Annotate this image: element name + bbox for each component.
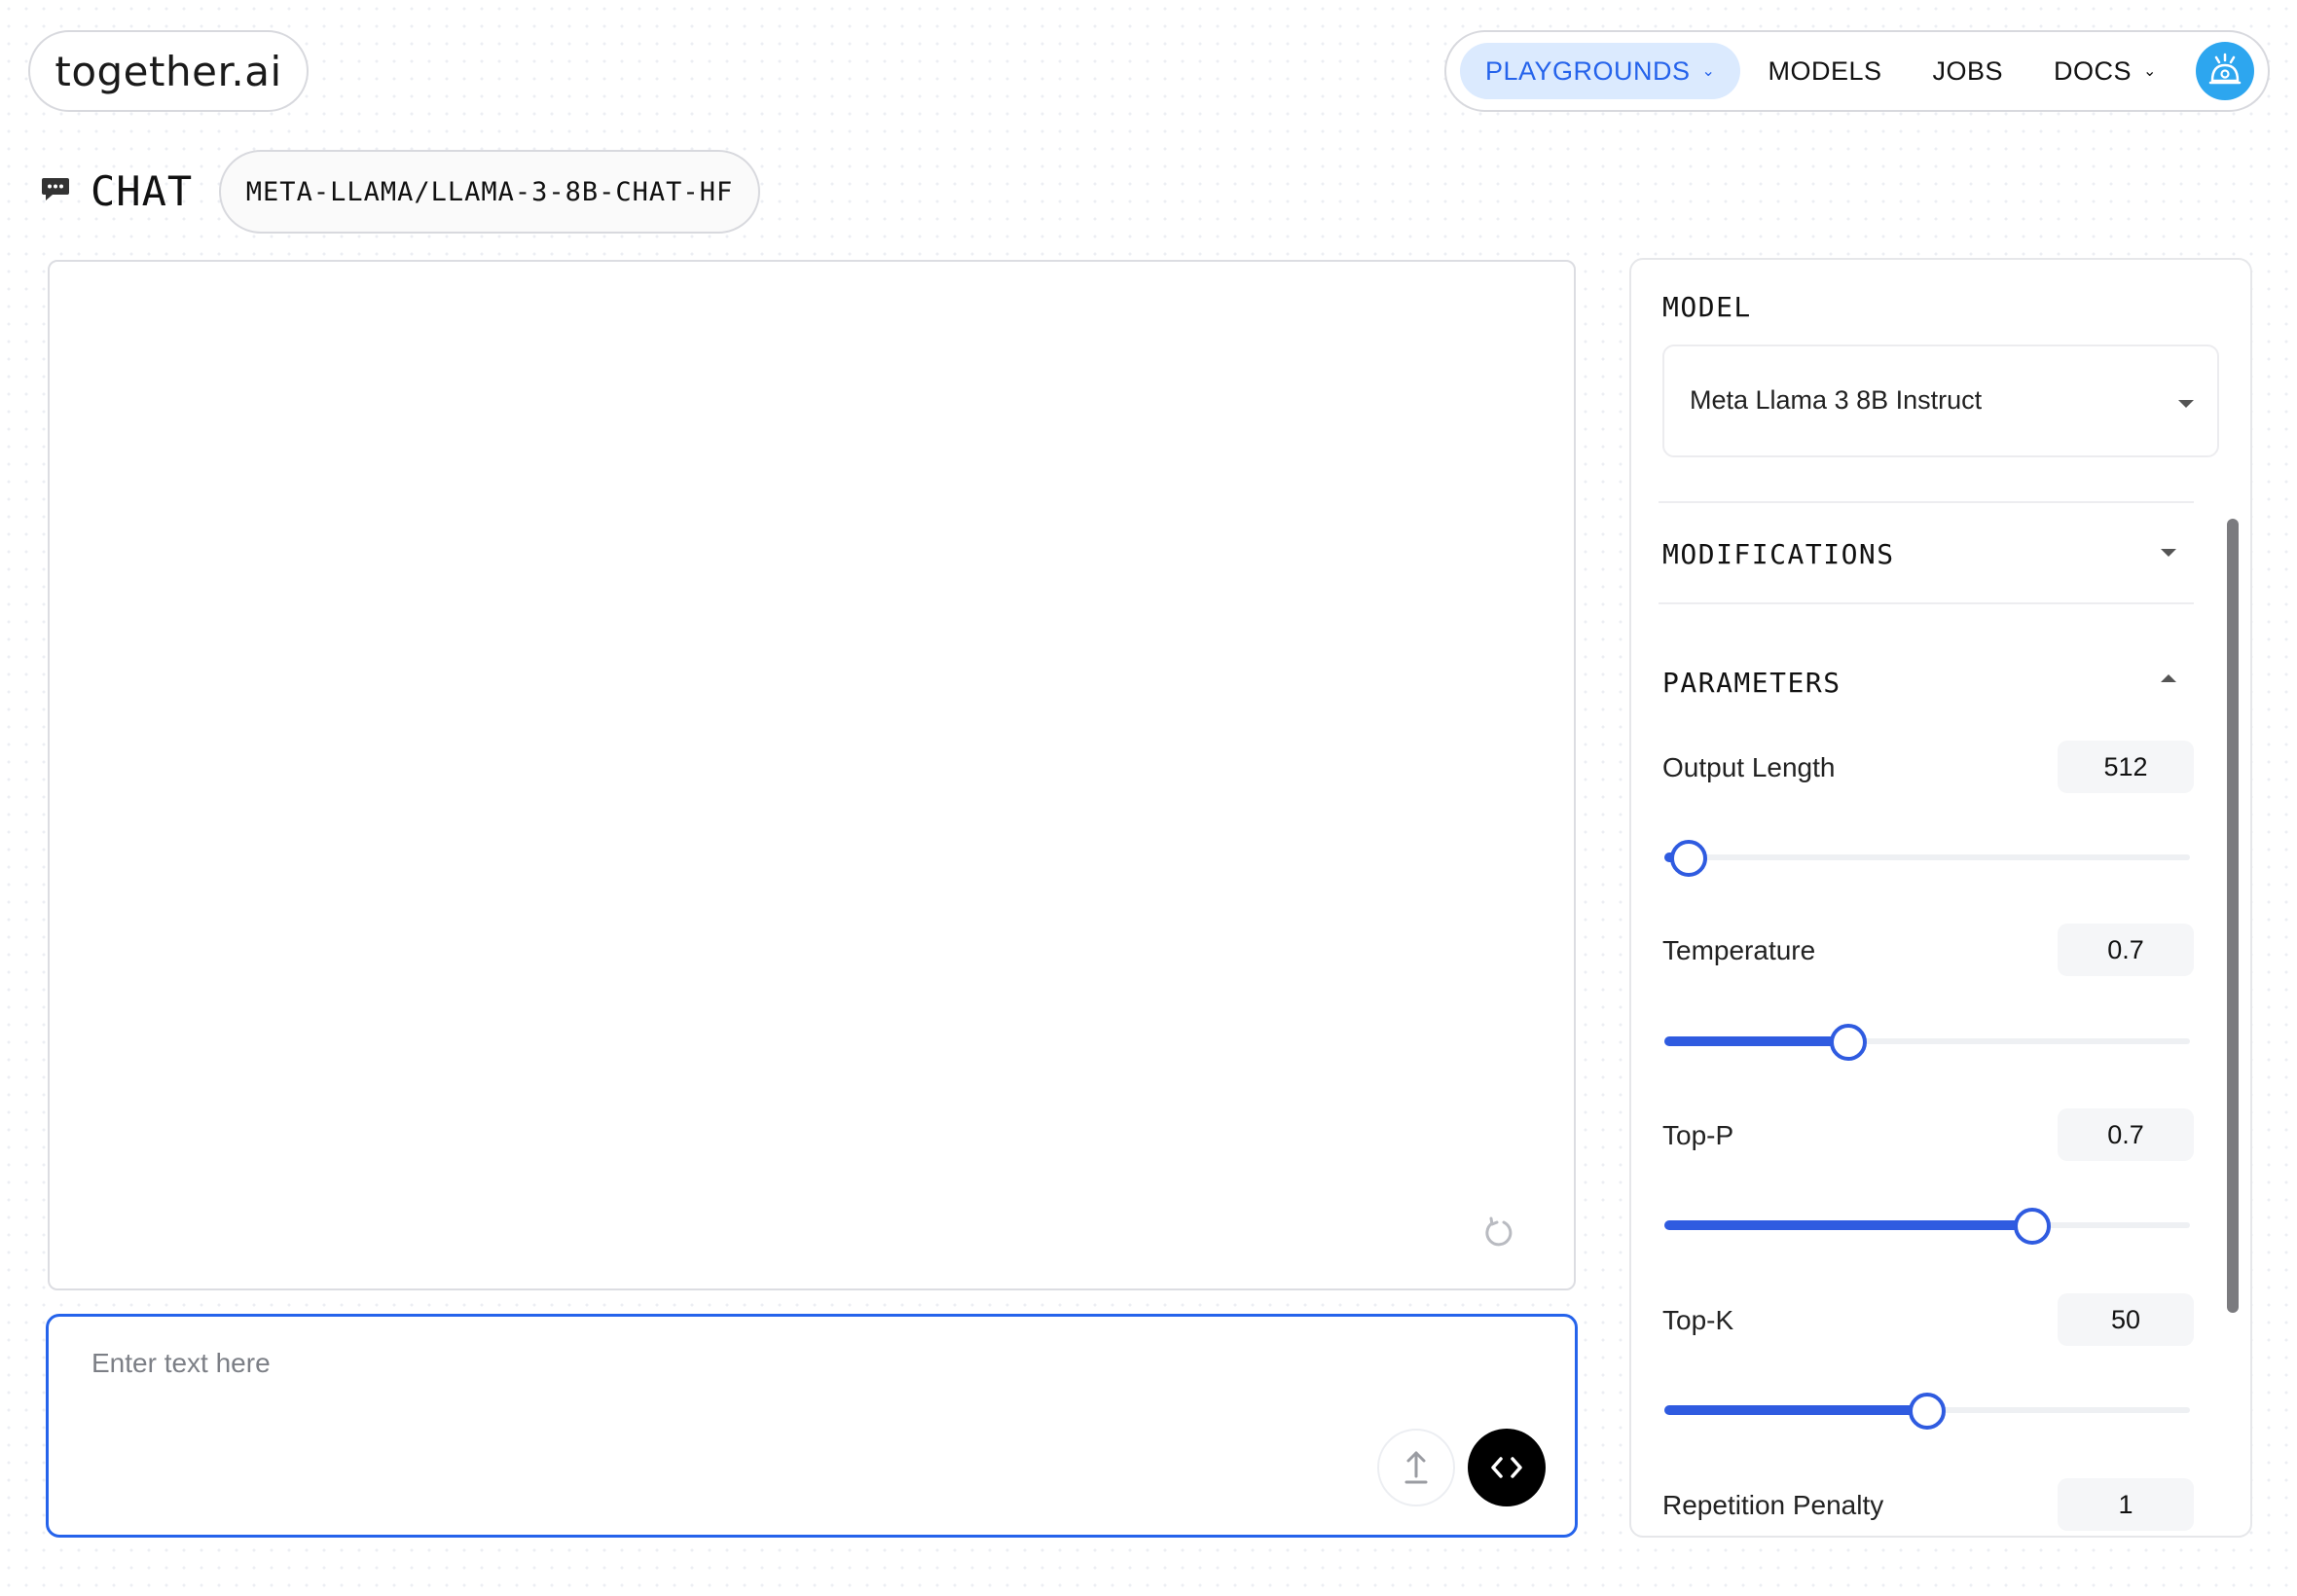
slider-fill xyxy=(1664,1220,2032,1230)
nav-docs-label: DOCS xyxy=(2054,55,2133,86)
param-value-temperature[interactable]: 0.7 xyxy=(2058,924,2194,976)
user-avatar[interactable] xyxy=(2196,42,2254,100)
slider-fill xyxy=(1664,1036,1848,1046)
settings-scrollbar[interactable] xyxy=(2227,519,2239,1313)
param-value-repetition-penalty[interactable]: 1 xyxy=(2058,1478,2194,1531)
param-value-output-length[interactable]: 512 xyxy=(2058,741,2194,793)
nav-jobs-label: JOBS xyxy=(1932,55,2004,86)
chevron-down-icon: ⌄ xyxy=(1701,63,1716,80)
parameters-toggle[interactable]: PARAMETERS xyxy=(1662,667,1841,699)
chat-output-panel xyxy=(48,260,1576,1290)
slider-top-p[interactable] xyxy=(1664,1206,2190,1245)
caret-down-icon[interactable] xyxy=(2161,549,2176,557)
view-code-button[interactable] xyxy=(1468,1429,1546,1506)
slider-thumb[interactable] xyxy=(1669,840,1707,877)
divider xyxy=(1659,602,2194,604)
slider-rail xyxy=(1664,854,2190,860)
robot-icon xyxy=(2208,53,2242,85)
modifications-toggle[interactable]: MODIFICATIONS xyxy=(1662,538,1895,570)
chat-bubble-icon xyxy=(42,178,69,200)
caret-up-icon[interactable] xyxy=(2161,674,2176,682)
caret-down-icon xyxy=(2178,400,2194,408)
upload-button[interactable] xyxy=(1377,1429,1455,1506)
slider-top-k[interactable] xyxy=(1664,1391,2190,1430)
model-select-value: Meta Llama 3 8B Instruct xyxy=(1690,385,1983,415)
param-value-top-k[interactable]: 50 xyxy=(2058,1293,2194,1346)
param-label-top-p: Top-P xyxy=(1662,1120,1734,1150)
top-navigation: PLAYGROUNDS ⌄ MODELS JOBS DOCS ⌄ xyxy=(1444,30,2270,112)
param-label-repetition-penalty: Repetition Penalty xyxy=(1662,1490,1884,1520)
model-select[interactable]: Meta Llama 3 8B Instruct xyxy=(1662,345,2219,457)
chat-input-box[interactable]: Enter text here xyxy=(46,1314,1578,1538)
nav-playgrounds-label: PLAYGROUNDS xyxy=(1485,55,1691,86)
settings-panel: MODEL Meta Llama 3 8B Instruct MODIFICAT… xyxy=(1629,258,2252,1538)
param-label-top-k: Top-K xyxy=(1662,1305,1734,1335)
slider-thumb[interactable] xyxy=(1909,1393,1946,1430)
param-value-top-p[interactable]: 0.7 xyxy=(2058,1108,2194,1161)
slider-thumb[interactable] xyxy=(1830,1024,1867,1061)
slider-temperature[interactable] xyxy=(1664,1022,2190,1061)
chat-input-placeholder[interactable]: Enter text here xyxy=(91,1348,271,1379)
chevron-down-icon: ⌄ xyxy=(2143,63,2157,80)
model-id-badge[interactable]: META-LLAMA/LLAMA-3-8B-CHAT-HF xyxy=(219,150,760,234)
reset-icon[interactable] xyxy=(1482,1216,1515,1250)
slider-thumb[interactable] xyxy=(2014,1208,2051,1245)
nav-jobs[interactable]: JOBS xyxy=(1907,43,2028,99)
page-title: CHAT xyxy=(91,167,194,215)
nav-docs[interactable]: DOCS ⌄ xyxy=(2028,43,2182,99)
upload-icon xyxy=(1404,1451,1428,1484)
nav-models-label: MODELS xyxy=(1768,55,1882,86)
together-ai-logo[interactable]: together.ai xyxy=(28,30,309,112)
slider-fill xyxy=(1664,1405,1927,1415)
code-icon xyxy=(1491,1457,1522,1478)
nav-playgrounds[interactable]: PLAYGROUNDS ⌄ xyxy=(1460,43,1741,99)
nav-models[interactable]: MODELS xyxy=(1742,43,1907,99)
param-label-temperature: Temperature xyxy=(1662,935,1816,965)
slider-output-length[interactable] xyxy=(1664,838,2190,877)
param-label-output-length: Output Length xyxy=(1662,752,1836,782)
model-section-label: MODEL xyxy=(1662,291,1752,323)
divider xyxy=(1659,501,2194,503)
